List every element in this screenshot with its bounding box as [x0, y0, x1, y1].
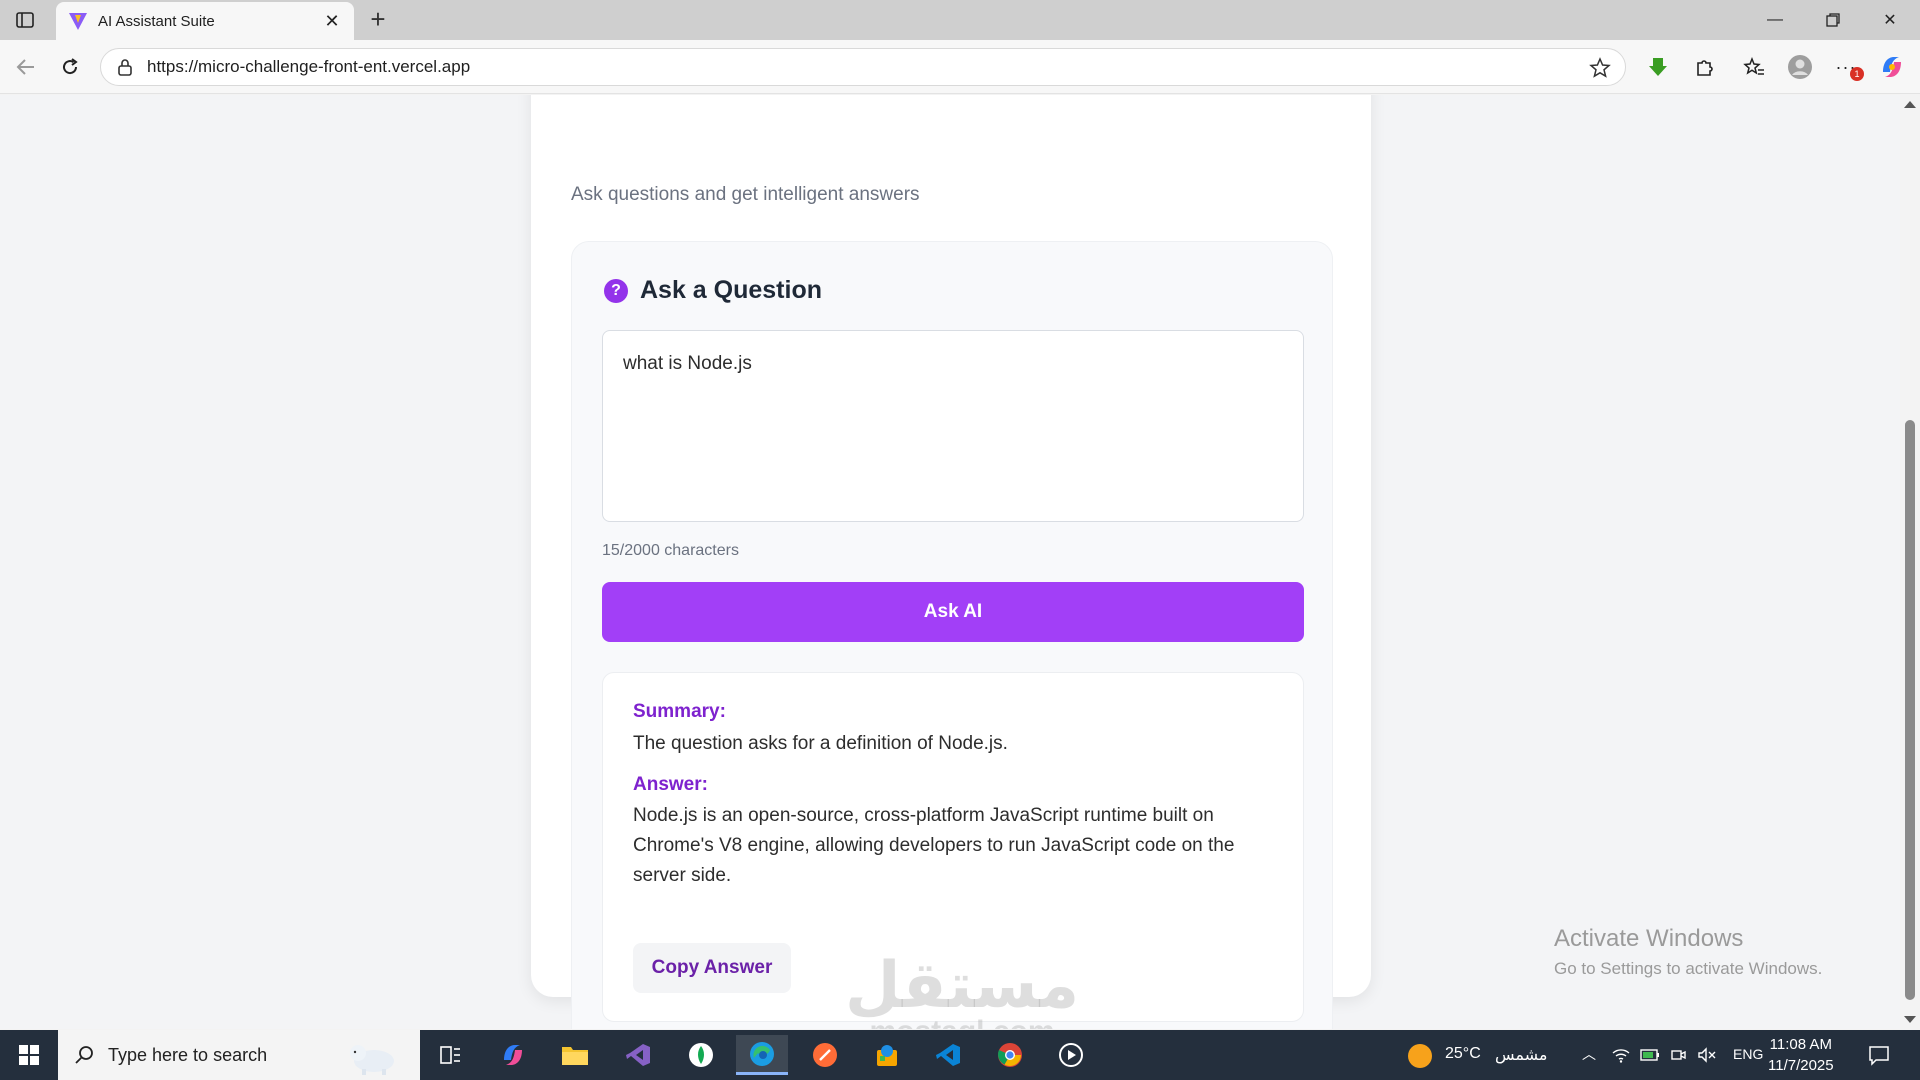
clock-time: 11:08 AM [1769, 1036, 1832, 1053]
answer-label: Answer: [633, 774, 708, 795]
ask-question-title: Ask a Question [640, 276, 822, 304]
refresh-icon[interactable] [56, 53, 84, 81]
taskbar-search-box[interactable]: Type here to search [58, 1030, 420, 1080]
downloads-icon[interactable] [1644, 53, 1672, 81]
ask-ai-button[interactable]: Ask AI [602, 582, 1304, 642]
tab-close-icon[interactable]: ✕ [322, 11, 342, 32]
search-placeholder: Type here to search [108, 1044, 268, 1065]
store-bag-icon[interactable] [861, 1035, 913, 1075]
question-mark-icon: ? [604, 278, 628, 303]
settings-more-icon[interactable]: ··· 1 [1832, 53, 1864, 81]
activate-windows-notice: Activate Windows Go to Settings to activ… [1554, 925, 1822, 979]
mongodb-compass-icon[interactable] [675, 1035, 727, 1075]
extensions-puzzle-icon[interactable] [1690, 53, 1718, 81]
new-tab-button[interactable]: + [364, 6, 392, 34]
polar-bear-search-highlight-icon [350, 1045, 394, 1075]
watermark-english: mostaql.com [845, 1017, 1079, 1030]
url-field[interactable]: https://micro-challenge-front-ent.vercel… [100, 48, 1626, 86]
activate-windows-title: Activate Windows [1554, 925, 1744, 952]
file-explorer-icon[interactable] [549, 1035, 601, 1075]
visual-studio-icon[interactable] [612, 1035, 664, 1075]
show-hidden-icons-chevron-icon[interactable]: ︿ [1582, 1044, 1596, 1064]
summary-text: The question asks for a definition of No… [633, 733, 1008, 754]
ask-question-panel: ? Ask a Question what is Node.js 15/2000… [571, 241, 1333, 1029]
clock-date: 11/7/2025 [1768, 1057, 1834, 1074]
copy-answer-button[interactable]: Copy Answer [633, 943, 791, 993]
ask-question-header: ? Ask a Question [604, 276, 822, 305]
notification-badge: 1 [1850, 67, 1864, 81]
site-info-lock-icon[interactable] [117, 58, 133, 76]
close-window-button[interactable]: ✕ [1870, 8, 1910, 32]
url-text: https://micro-challenge-front-ent.vercel… [147, 57, 471, 76]
windows-start-icon[interactable] [0, 1030, 58, 1080]
vscode-icon[interactable] [922, 1035, 974, 1075]
postman-icon[interactable] [799, 1035, 851, 1075]
weather-sun-icon[interactable] [1408, 1044, 1432, 1068]
meet-now-icon[interactable] [1670, 1047, 1686, 1063]
page-viewport: Ask questions and get intelligent answer… [0, 95, 1900, 1029]
favorite-star-icon[interactable] [1589, 57, 1611, 79]
scroll-up-arrow-icon[interactable] [1904, 101, 1916, 108]
favorites-collection-icon[interactable] [1740, 53, 1768, 81]
copilot-icon[interactable] [1878, 53, 1906, 81]
vite-logo-icon [69, 13, 87, 30]
task-view-icon[interactable] [424, 1035, 476, 1075]
tab-title: AI Assistant Suite [98, 12, 215, 30]
search-icon [75, 1046, 93, 1064]
activate-windows-subtitle: Go to Settings to activate Windows. [1554, 959, 1823, 978]
character-count: 15/2000 characters [602, 542, 739, 559]
summary-label: Summary: [633, 701, 726, 722]
scroll-down-arrow-icon[interactable] [1904, 1016, 1916, 1023]
watermark-arabic: مستقل [845, 949, 1080, 1021]
address-bar-row: https://micro-challenge-front-ent.vercel… [0, 40, 1920, 94]
wifi-icon[interactable] [1612, 1047, 1630, 1063]
weather-condition[interactable]: مشمس [1495, 1045, 1548, 1065]
mostaql-watermark: مستقل mostaql.com [845, 953, 1079, 1029]
taskbar-clock[interactable]: 11:08 AM 11/7/2025 [1768, 1034, 1834, 1076]
input-language[interactable]: ENG [1733, 1046, 1763, 1062]
volume-muted-icon[interactable] [1697, 1047, 1717, 1063]
copilot-taskbar-icon[interactable] [487, 1035, 539, 1075]
back-arrow-icon[interactable] [12, 53, 40, 81]
profile-avatar-icon[interactable] [1786, 53, 1814, 81]
answer-text: Node.js is an open-source, cross-platfor… [633, 805, 1235, 886]
chrome-icon[interactable] [984, 1035, 1036, 1075]
edge-browser-icon[interactable] [736, 1035, 788, 1075]
browser-tab-active[interactable]: AI Assistant Suite ✕ [56, 2, 354, 40]
weather-temperature[interactable]: 25°C [1445, 1045, 1481, 1063]
tab-bar: AI Assistant Suite ✕ + — ✕ [0, 0, 1920, 40]
page-scrollbar[interactable] [1900, 95, 1920, 1029]
page-subtitle: Ask questions and get intelligent answer… [571, 184, 920, 205]
media-player-icon[interactable] [1045, 1035, 1097, 1075]
windows-taskbar: Type here to search 25°C مشمس ︿ ENG 11:0… [0, 1030, 1920, 1080]
battery-icon[interactable] [1640, 1048, 1660, 1062]
restore-button[interactable] [1813, 8, 1853, 32]
question-textarea[interactable]: what is Node.js [602, 330, 1304, 522]
minimize-button[interactable]: — [1755, 8, 1795, 32]
tab-actions-icon[interactable] [12, 8, 38, 32]
notification-center-icon[interactable] [1868, 1044, 1890, 1066]
main-card: Ask questions and get intelligent answer… [531, 95, 1371, 1029]
scrollbar-thumb[interactable] [1905, 420, 1915, 1000]
